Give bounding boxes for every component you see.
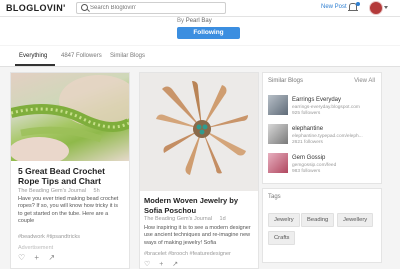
post-image[interactable] (140, 73, 258, 191)
author-name[interactable]: Pearl Bay (186, 18, 212, 24)
similar-blogs-heading: Similar Blogs (268, 78, 304, 84)
post-source: The Beading Gem's Journal 5h (18, 188, 100, 194)
chevron-down-icon[interactable] (384, 6, 388, 9)
similar-blog-item[interactable]: Earrings Everyday earrings-everyday.blog… (268, 95, 378, 117)
woven-flower-illustration (140, 73, 258, 191)
post-actions: ♡ + ↗ (144, 260, 178, 268)
search-box[interactable] (76, 2, 226, 14)
tab-everything[interactable]: Everything (19, 53, 47, 59)
blog-name[interactable]: elephantine (292, 126, 323, 132)
top-bar: BLOGLOVIN' New Post (0, 0, 400, 17)
post-image[interactable] (11, 73, 129, 165)
share-icon[interactable]: ↗ (172, 261, 178, 268)
crochet-rope-illustration (11, 75, 129, 165)
avatar[interactable] (369, 1, 383, 15)
similar-blog-item[interactable]: Gem Gossip gemgossip.com/feed 983 follow… (268, 153, 378, 175)
new-post-link[interactable]: New Post (321, 4, 347, 10)
blog-url: gemgossip.com/feed (292, 163, 337, 168)
post-excerpt: Have you ever tried making bead crochet … (18, 196, 119, 225)
blog-name[interactable]: Gem Gossip (292, 155, 325, 161)
view-all-link[interactable]: View All (354, 78, 375, 84)
logo[interactable]: BLOGLOVIN' (6, 3, 66, 13)
blog-url: earrings-everyday.blogspot.com (292, 105, 360, 110)
author-byline: By Pearl Bay (177, 18, 212, 24)
tag-chip[interactable]: Jewelry (268, 213, 300, 227)
add-icon[interactable]: + (159, 261, 163, 268)
blog-followers: 2621 followers (292, 140, 323, 145)
notification-dot (356, 2, 360, 6)
search-icon (81, 4, 88, 11)
tags-heading: Tags (268, 194, 281, 200)
post-tags[interactable]: #beadwork #tipsandtricks (18, 234, 80, 240)
post-source-name[interactable]: The Beading Gem's Journal (18, 188, 86, 194)
blog-thumbnail[interactable] (268, 95, 288, 115)
advertisement-label: Advertisement (18, 245, 54, 251)
blog-thumbnail[interactable] (268, 153, 288, 173)
blog-followers: 925 followers (292, 111, 321, 116)
profile-header: By Pearl Bay Following (0, 17, 400, 45)
following-button[interactable]: Following (177, 27, 240, 39)
tags-panel: Tags Jewelry Beading Jewellery Crafts (262, 188, 382, 263)
tag-chip[interactable]: Beading (301, 213, 335, 227)
tag-chip[interactable]: Crafts (268, 231, 296, 245)
tab-followers[interactable]: 4847 Followers (61, 53, 102, 59)
post-age: 5h (93, 188, 100, 194)
blog-url: elephantine.typepad.com/eleph... (292, 134, 363, 139)
similar-blog-item[interactable]: elephantine elephantine.typepad.com/elep… (268, 124, 378, 146)
blog-followers: 983 followers (292, 169, 321, 174)
post-card[interactable]: 5 Great Bead Crochet Rope Tips and Chart… (10, 72, 130, 269)
active-tab-indicator (15, 64, 55, 66)
blog-thumbnail[interactable] (268, 124, 288, 144)
post-title[interactable]: Modern Woven Jewelry by Sofia Poschou (144, 196, 256, 215)
similar-blogs-panel: Similar Blogs View All Earrings Everyday… (262, 72, 382, 184)
post-source-name[interactable]: The Beading Gem's Journal (144, 216, 212, 222)
tab-similar-blogs[interactable]: Similar Blogs (110, 53, 145, 59)
post-excerpt: How inspiring it is to see a modern desi… (144, 225, 251, 246)
by-prefix: By (177, 18, 185, 24)
blog-name[interactable]: Earrings Everyday (292, 97, 341, 103)
tag-chip[interactable]: Jewellery (337, 213, 374, 227)
heart-icon[interactable]: ♡ (144, 261, 150, 268)
post-card[interactable]: Modern Woven Jewelry by Sofia Poschou Th… (139, 72, 259, 269)
search-input[interactable] (90, 3, 220, 13)
post-tags[interactable]: #bracelet #brooch #featuredesigner (144, 251, 231, 257)
post-age: 1d (219, 216, 226, 222)
profile-tabs: Everything 4847 Followers Similar Blogs (0, 46, 400, 67)
post-title[interactable]: 5 Great Bead Crochet Rope Tips and Chart (18, 166, 124, 186)
post-source: The Beading Gem's Journal 1d (144, 216, 226, 222)
